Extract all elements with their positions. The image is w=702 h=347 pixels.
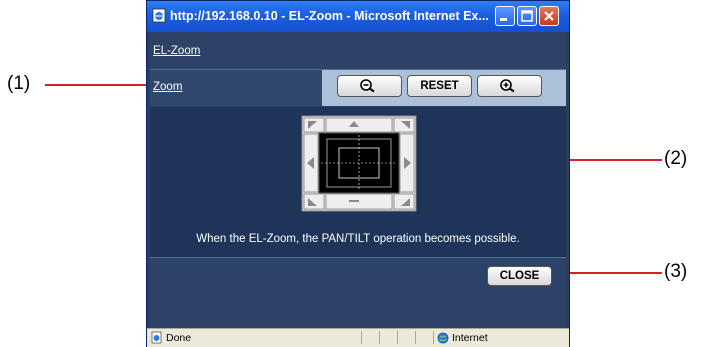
callout-3: (3): [664, 261, 688, 282]
zoom-link[interactable]: Zoom: [153, 81, 182, 93]
pan-tilt-pad[interactable]: [301, 115, 417, 212]
internet-globe-icon: [437, 332, 449, 344]
status-text: Done: [166, 332, 192, 344]
zoom-out-icon: [360, 79, 375, 93]
done-page-icon: [151, 331, 162, 344]
zone-text: Internet: [452, 332, 488, 344]
zoom-row: Zoom RESET: [150, 70, 566, 106]
reset-button[interactable]: RESET: [407, 75, 472, 97]
browser-popup-window: http://192.168.0.10 - EL-Zoom - Microsof…: [146, 0, 570, 347]
status-divider: [361, 331, 362, 344]
pan-tilt-hint: When the EL-Zoom, the PAN/TILT operation…: [196, 233, 520, 245]
heading-row: EL-Zoom: [150, 32, 566, 70]
el-zoom-link[interactable]: EL-Zoom: [153, 45, 200, 57]
zoom-out-button[interactable]: [337, 75, 402, 97]
callout-2: (2): [664, 148, 688, 169]
footer-row: CLOSE: [150, 258, 566, 328]
status-divider: [415, 331, 416, 344]
close-icon: [544, 11, 554, 21]
maximize-icon: [521, 10, 533, 22]
zoom-in-icon: [500, 79, 515, 93]
status-bar: Done Internet: [147, 328, 569, 347]
ie-page-icon: [152, 8, 166, 23]
zoom-in-button[interactable]: [477, 75, 542, 97]
window-title: http://192.168.0.10 - EL-Zoom - Microsof…: [170, 9, 489, 23]
title-bar[interactable]: http://192.168.0.10 - EL-Zoom - Microsof…: [147, 1, 569, 32]
status-divider: [433, 331, 434, 344]
page-content: EL-Zoom Zoom RESET When the EL-Zoom, the…: [150, 32, 566, 328]
maximize-button[interactable]: [517, 6, 537, 26]
zoom-controls: RESET: [322, 70, 566, 106]
minimize-icon: [500, 18, 507, 21]
status-divider: [397, 331, 398, 344]
close-button[interactable]: CLOSE: [487, 266, 552, 286]
callout-1: (1): [7, 73, 31, 94]
status-divider: [379, 331, 380, 344]
minimize-button[interactable]: [495, 6, 515, 26]
close-window-button[interactable]: [539, 6, 559, 26]
pan-tilt-panel: When the EL-Zoom, the PAN/TILT operation…: [150, 107, 566, 258]
